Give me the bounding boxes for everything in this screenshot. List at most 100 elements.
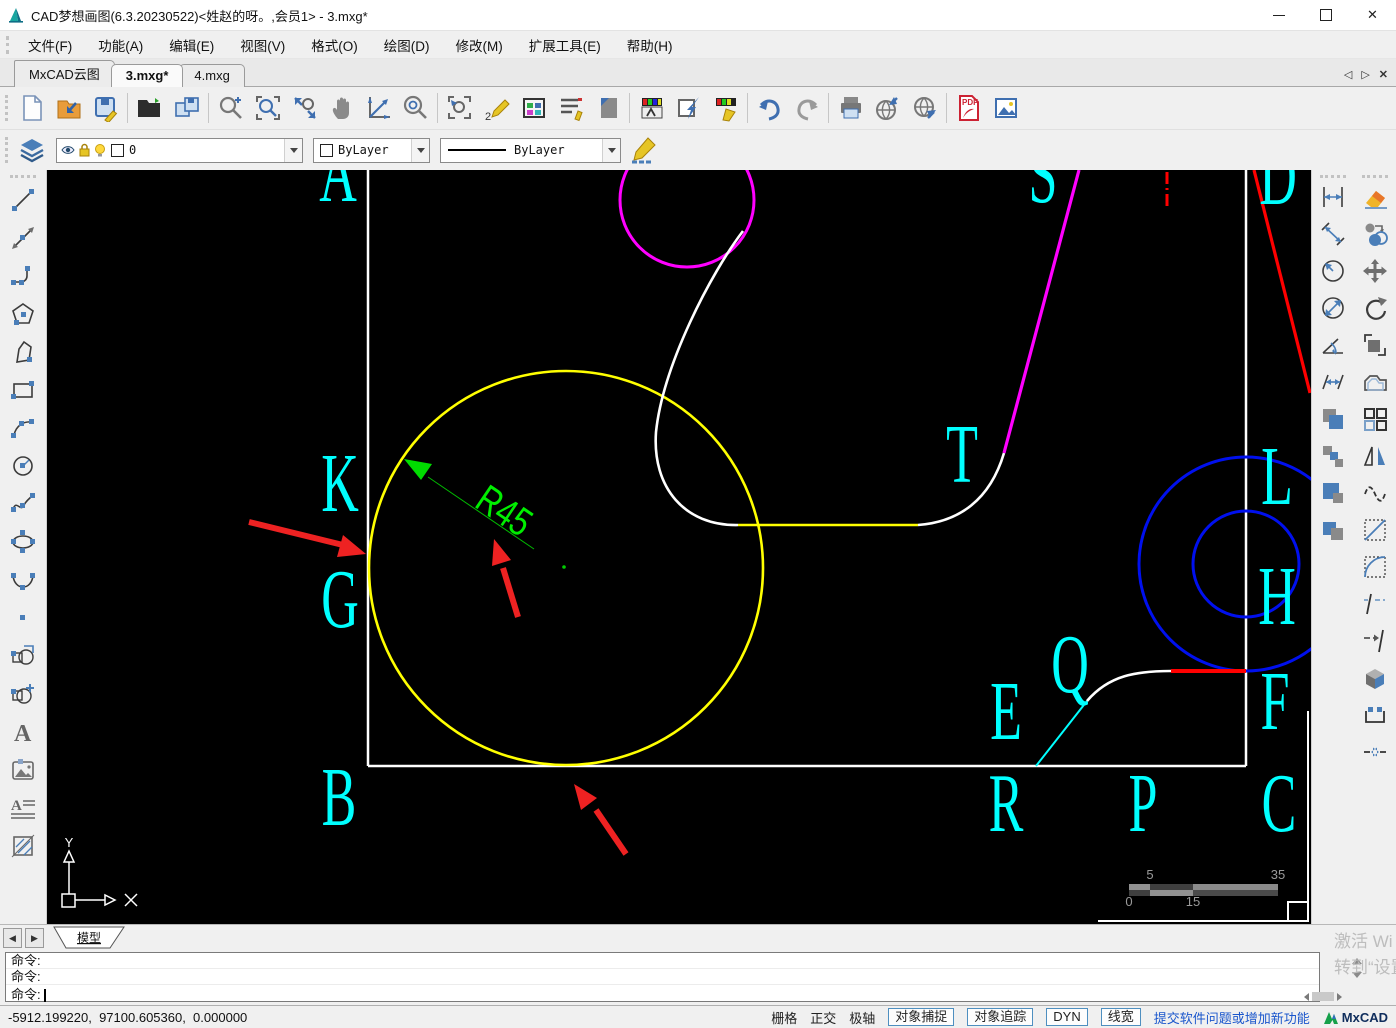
rotate-button[interactable] (1357, 292, 1393, 323)
chamfer-button[interactable] (1357, 514, 1393, 545)
spline-button[interactable] (4, 485, 42, 523)
scroll-right-icon[interactable] (1337, 992, 1342, 1001)
menu-修改M[interactable]: 修改(M) (443, 32, 516, 58)
arc-button[interactable] (4, 409, 42, 447)
mirror-button[interactable] (1357, 440, 1393, 471)
scroll-left-icon[interactable] (1304, 992, 1309, 1001)
zoom-dynamic-button[interactable] (212, 90, 249, 126)
command-input-line[interactable]: 命令: (6, 985, 1319, 1004)
color-combo[interactable]: ByLayer (313, 137, 430, 163)
scale-button[interactable] (1357, 329, 1393, 360)
rectangle-button[interactable] (4, 371, 42, 409)
open-drawing-button[interactable] (50, 90, 87, 126)
erase-button[interactable] (1357, 181, 1393, 212)
status-toggle-线宽[interactable]: 线宽 (1100, 1008, 1141, 1026)
mtext-button[interactable]: A (4, 789, 42, 827)
web-open-button[interactable] (906, 90, 943, 126)
menu-功能A[interactable]: 功能(A) (85, 32, 156, 58)
minimize-button[interactable] (1255, 0, 1302, 30)
block-insert-button[interactable] (4, 637, 42, 675)
dim-linear-button[interactable] (1315, 181, 1351, 212)
stretch-button[interactable] (1357, 699, 1393, 730)
point-button[interactable] (4, 599, 42, 637)
document-tab-4.mxg[interactable]: 4.mxg (179, 64, 245, 87)
layout-next-button[interactable]: ▶ (25, 928, 44, 948)
feedback-link[interactable]: 提交软件问题或增加新功能 (1154, 1008, 1310, 1027)
status-toggle-极轴[interactable]: 极轴 (849, 1008, 875, 1027)
layers-button[interactable] (13, 132, 50, 168)
color-palette-button[interactable] (515, 90, 552, 126)
command-window[interactable]: 命令: 命令: 命令: (5, 952, 1320, 1004)
pan-button[interactable] (323, 90, 360, 126)
model-tab[interactable]: 模型 (50, 926, 128, 950)
document-tab-3.mxg*[interactable]: 3.mxg* (110, 64, 184, 87)
move-button[interactable] (1357, 255, 1393, 286)
join-button[interactable] (1357, 736, 1393, 767)
close-button[interactable]: ✕ (1349, 0, 1396, 30)
zoom-previous-button[interactable] (441, 90, 478, 126)
dim-continue-button[interactable] (1315, 366, 1351, 397)
dim-aligned-button[interactable] (1315, 218, 1351, 249)
line-button[interactable] (4, 181, 42, 219)
web-publish-button[interactable] (869, 90, 906, 126)
color-combo-arrow[interactable] (411, 138, 429, 162)
ucs-axes-button[interactable] (360, 90, 397, 126)
tab-close-icon[interactable]: ✕ (1379, 68, 1388, 81)
export-pdf-button[interactable]: PDF (950, 90, 987, 126)
maximize-button[interactable] (1302, 0, 1349, 30)
linetype-manager-button[interactable] (552, 90, 589, 126)
scroll-up-icon[interactable] (1352, 958, 1362, 964)
menu-绘图D[interactable]: 绘图(D) (371, 32, 443, 58)
save-as-button[interactable] (168, 90, 205, 126)
export-image-button[interactable] (987, 90, 1024, 126)
open-file-button[interactable] (131, 90, 168, 126)
ellipse-arc-button[interactable] (4, 561, 42, 599)
menu-编辑E[interactable]: 编辑(E) (156, 32, 227, 58)
command-scrollbar[interactable] (1352, 958, 1362, 978)
hatch-button[interactable] (4, 827, 42, 865)
layer-manager-button[interactable] (633, 90, 670, 126)
freehand-polygon-button[interactable] (4, 333, 42, 371)
menu-文件F[interactable]: 文件(F) (15, 32, 85, 58)
copy-button[interactable] (1357, 218, 1393, 249)
undo-button[interactable] (751, 90, 788, 126)
block-define-button[interactable] (4, 675, 42, 713)
status-toggle-DYN[interactable]: DYN (1046, 1008, 1088, 1026)
scroll-down-icon[interactable] (1352, 972, 1362, 978)
scrollbar-thumb[interactable] (1312, 992, 1334, 1001)
offset-button[interactable] (1357, 366, 1393, 397)
raster-image-button[interactable] (4, 751, 42, 789)
status-toggle-正交[interactable]: 正交 (810, 1008, 836, 1027)
dim-radius-button[interactable] (1315, 255, 1351, 286)
paste-clip-button[interactable] (1315, 477, 1351, 508)
layout-prev-button[interactable]: ◀ (3, 928, 22, 948)
spline-fit-button[interactable] (1357, 477, 1393, 508)
linetype-combo-arrow[interactable] (602, 138, 620, 162)
status-toggle-对象捕捉[interactable]: 对象捕捉 (888, 1008, 955, 1026)
command-hscrollbar[interactable] (1304, 990, 1370, 1003)
zoom-window-button[interactable] (249, 90, 286, 126)
layer-combo[interactable]: 0 (56, 137, 303, 163)
zoom-object-button[interactable] (397, 90, 434, 126)
explode-button[interactable] (1357, 662, 1393, 693)
print-button[interactable] (832, 90, 869, 126)
polyline-button[interactable] (4, 257, 42, 295)
layer-tools-button[interactable] (707, 90, 744, 126)
copy-with-base-button[interactable] (1315, 440, 1351, 471)
page-setup-button[interactable] (589, 90, 626, 126)
menu-扩展工具E[interactable]: 扩展工具(E) (516, 32, 614, 58)
status-toggle-对象追踪[interactable]: 对象追踪 (967, 1008, 1034, 1026)
drawing-canvas[interactable]: R45 5 35 0 15 Y A S D K G T L H B E Q F … (46, 128, 1355, 924)
status-toggle-栅格[interactable]: 栅格 (771, 1008, 797, 1027)
menu-格式O[interactable]: 格式(O) (298, 32, 371, 58)
quick-select-button[interactable] (670, 90, 707, 126)
tab-scroll-right-icon[interactable]: ▷ (1361, 68, 1369, 81)
copy-clip-button[interactable] (1315, 403, 1351, 434)
extend-button[interactable] (1357, 625, 1393, 656)
fillet-button[interactable] (1357, 551, 1393, 582)
new-file-button[interactable] (13, 90, 50, 126)
document-tab-MxCAD云图[interactable]: MxCAD云图 (14, 60, 115, 87)
dim-diameter-button[interactable] (1315, 292, 1351, 323)
tab-scroll-left-icon[interactable]: ◁ (1344, 68, 1352, 81)
layer-combo-arrow[interactable] (284, 138, 302, 162)
